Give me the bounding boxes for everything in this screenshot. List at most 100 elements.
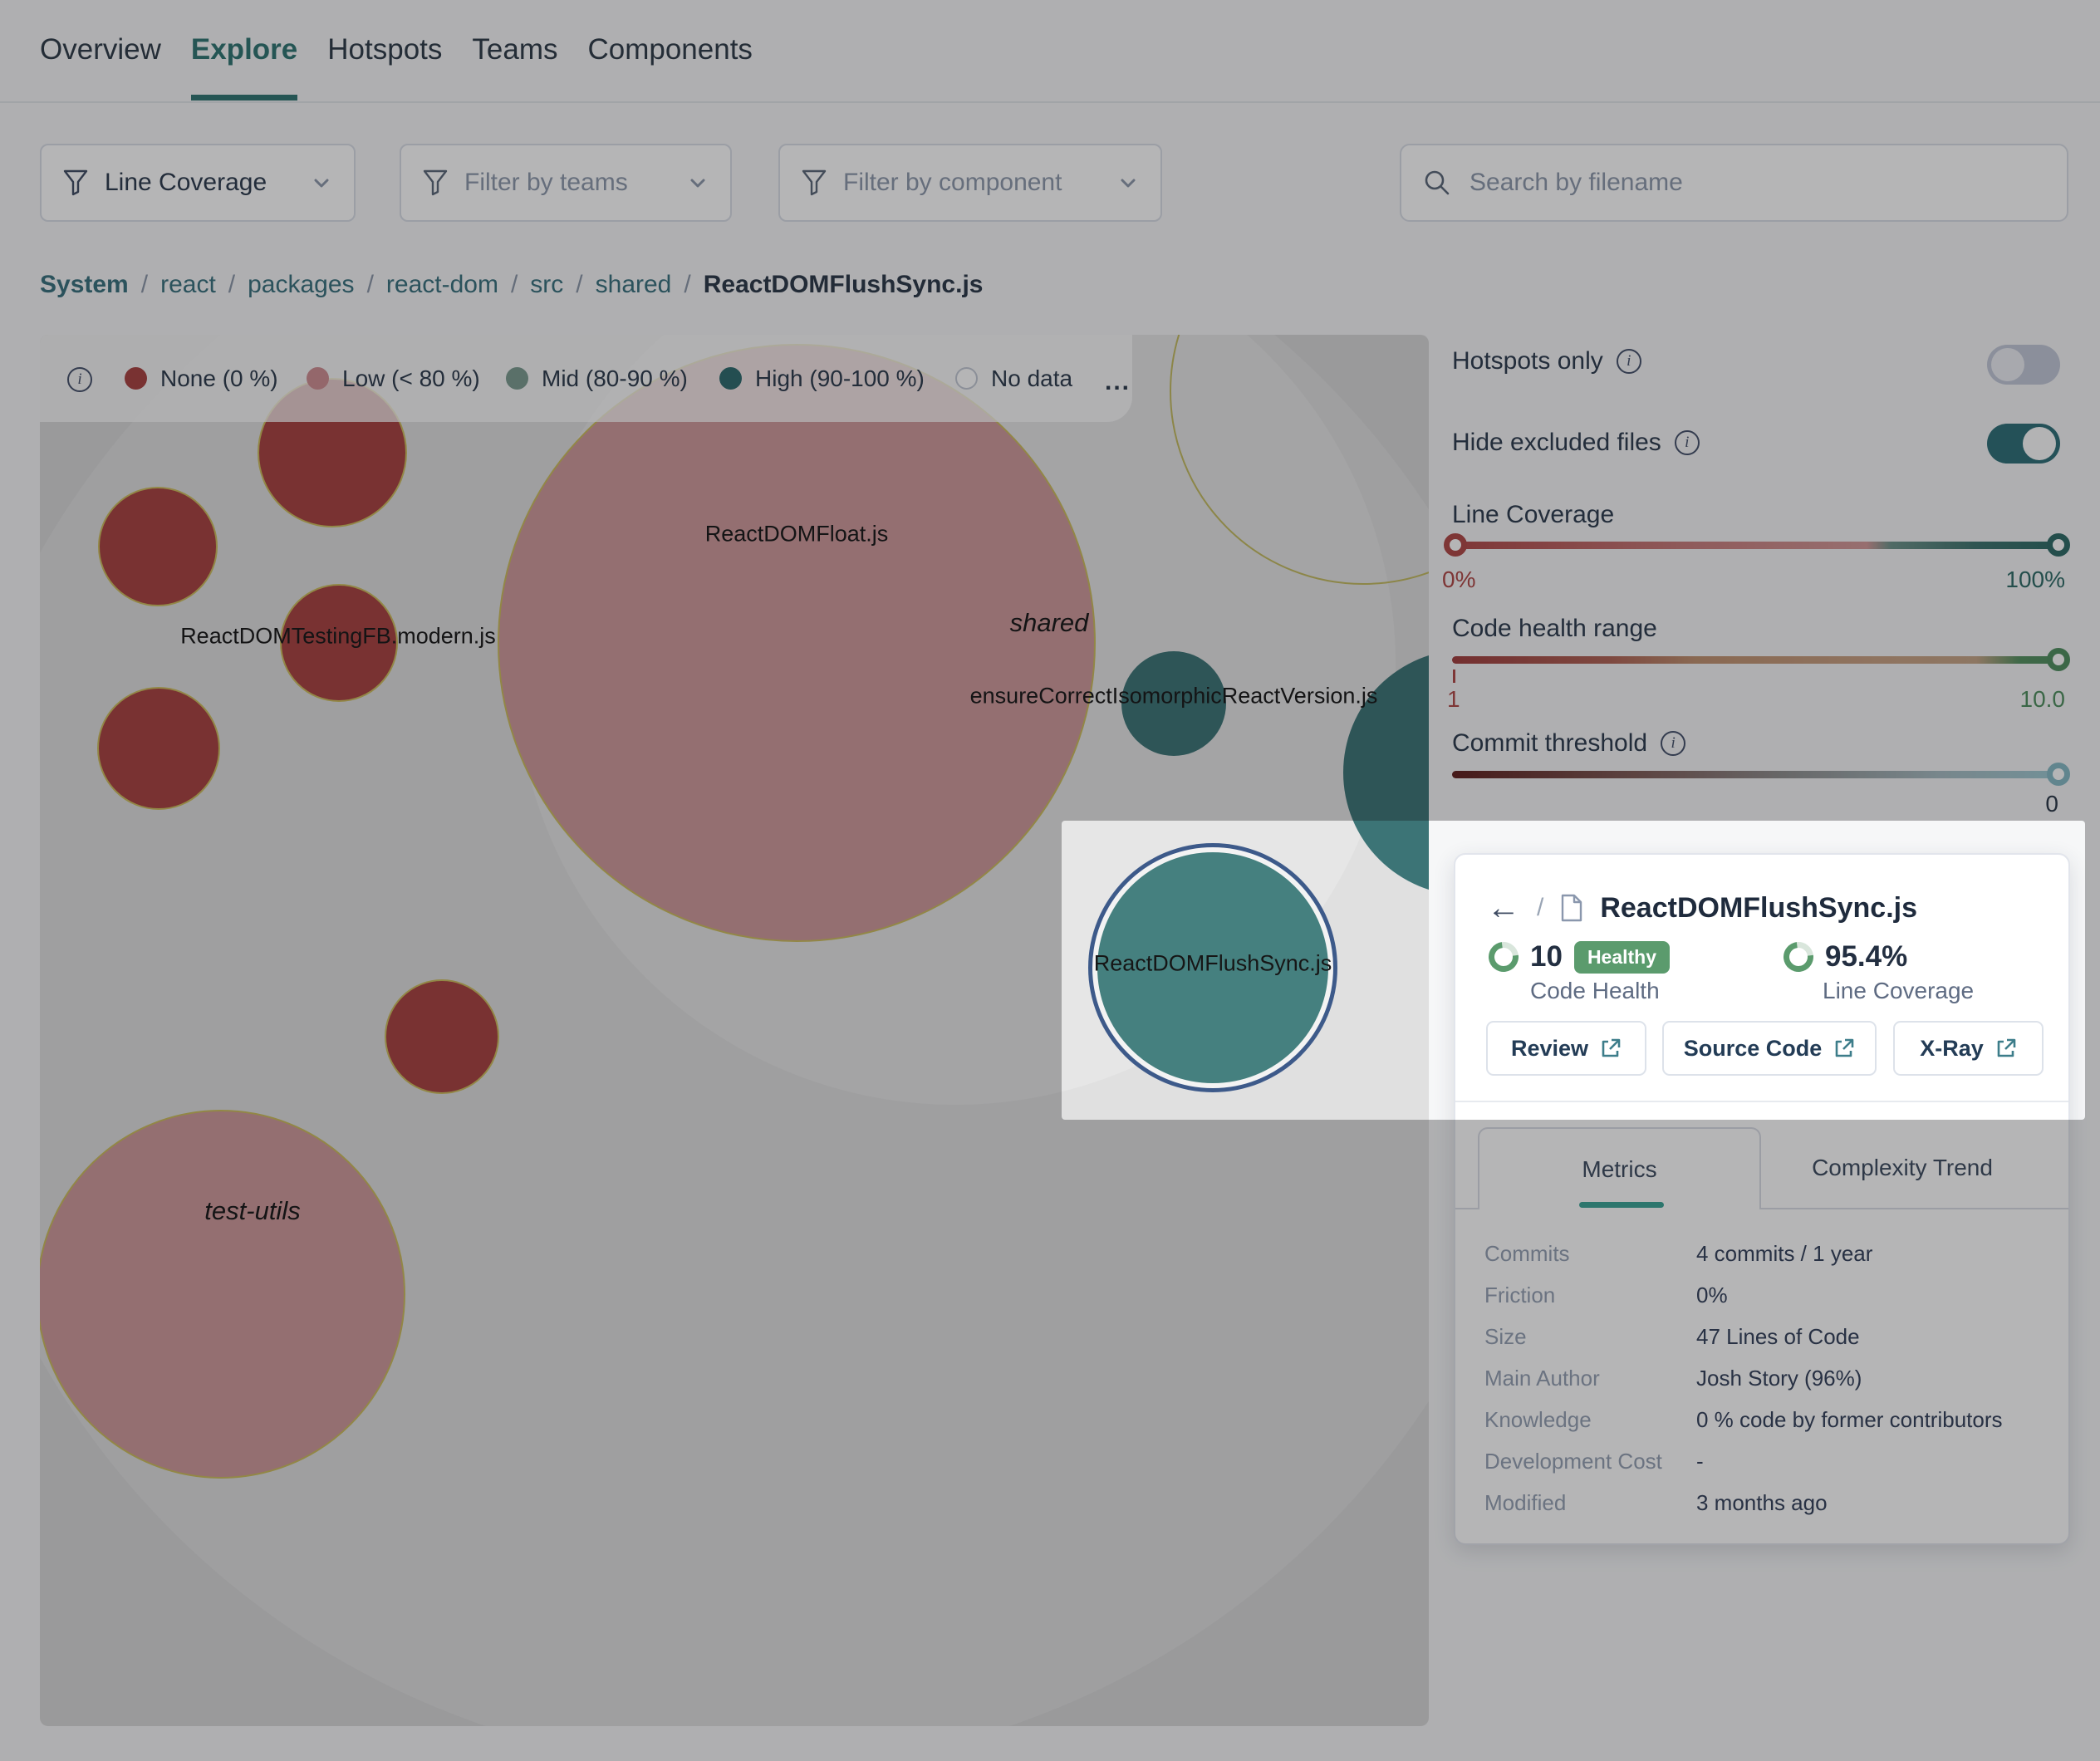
external-link-icon (1600, 1037, 1622, 1059)
tab-metrics[interactable]: Metrics (1478, 1127, 1761, 1209)
line-coverage-min: 0% (1442, 567, 1475, 593)
code-health-slider-label: Code health range (1452, 615, 1657, 643)
line-coverage-label: Line Coverage (1823, 978, 1974, 1004)
info-icon[interactable]: i (1617, 349, 1641, 374)
breadcrumb-link-react[interactable]: react (160, 271, 216, 299)
line-coverage-ring-icon (1778, 936, 1820, 979)
coverage-filter-dropdown[interactable]: Line Coverage (40, 144, 356, 222)
bubble-label: ensureCorrectIsomorphicReactVersion.js (970, 684, 1378, 709)
file-bubble[interactable] (385, 979, 499, 1094)
legend-item[interactable]: High (90-100 %) (719, 335, 925, 422)
commit-threshold-handle[interactable] (2047, 763, 2070, 786)
file-title: ReactDOMFlushSync.js (1600, 892, 1917, 925)
file-bubble[interactable] (97, 687, 220, 810)
coverage-filter-value: Line Coverage (105, 169, 294, 197)
code-health-value: 10 (1530, 940, 1563, 974)
metric-label: Modified (1484, 1490, 1696, 1516)
app-root: Overview Explore Hotspots Teams Components L… (0, 0, 2100, 1761)
metric-value: - (1696, 1449, 1704, 1474)
file-icon (1560, 894, 1583, 922)
breadcrumb-current: ReactDOMFlushSync.js (704, 271, 984, 299)
metric-row-commits: Commits4 commits / 1 year (1484, 1233, 2041, 1274)
info-icon[interactable]: i (1675, 430, 1700, 455)
code-health-max-handle[interactable] (2047, 648, 2070, 671)
file-bubble[interactable] (498, 344, 1096, 942)
legend-item[interactable]: No data (955, 335, 1072, 422)
search-input[interactable] (1470, 169, 2045, 197)
commit-threshold-value: 0 (1967, 791, 2058, 817)
active-tab-indicator (1579, 1202, 1664, 1208)
legend-dot-icon (125, 367, 147, 390)
hide-excluded-toggle[interactable] (1987, 424, 2060, 464)
nav-tab-hotspots[interactable]: Hotspots (327, 33, 442, 101)
breadcrumb-separator: / (228, 271, 235, 299)
legend-item[interactable]: Low (< 80 %) (307, 335, 480, 422)
metric-row-knowledge: Knowledge0 % code by former contributors (1484, 1399, 2041, 1440)
nav-tab-components[interactable]: Components (587, 33, 752, 101)
metric-label: Commits (1484, 1241, 1696, 1267)
metric-value: 0 % code by former contributors (1696, 1407, 2003, 1433)
code-health-min-tick (1453, 670, 1455, 683)
legend-label: Low (< 80 %) (342, 365, 480, 392)
hotspots-only-toggle[interactable] (1987, 345, 2060, 385)
back-arrow-icon[interactable]: ← (1487, 891, 1520, 925)
metric-row-main-author: Main AuthorJosh Story (96%) (1484, 1357, 2041, 1399)
external-link-icon (1833, 1037, 1855, 1059)
breadcrumb-separator: / (367, 271, 374, 299)
metric-value: 47 Lines of Code (1696, 1324, 1860, 1350)
breadcrumb-link-packages[interactable]: packages (248, 271, 354, 299)
component-filter-dropdown[interactable]: Filter by component (778, 144, 1162, 222)
card-divider (1455, 1101, 2068, 1102)
hotspots-only-label: Hotspots only i (1452, 347, 1641, 375)
teams-filter-dropdown[interactable]: Filter by teams (400, 144, 732, 222)
line-coverage-max-handle[interactable] (2047, 533, 2070, 557)
legend-item[interactable]: Mid (80-90 %) (506, 335, 688, 422)
info-icon[interactable]: i (67, 367, 92, 392)
legend-more[interactable]: ... (1105, 368, 1131, 396)
top-nav: Overview Explore Hotspots Teams Components (40, 33, 753, 101)
tab-complexity-trend[interactable]: Complexity Trend (1761, 1127, 2044, 1208)
nav-tab-teams[interactable]: Teams (472, 33, 557, 101)
metric-label: Knowledge (1484, 1407, 1696, 1433)
funnel-icon (423, 169, 448, 196)
breadcrumb-link-react-dom[interactable]: react-dom (386, 271, 498, 299)
nav-tab-explore[interactable]: Explore (191, 33, 297, 101)
review-button[interactable]: Review (1486, 1021, 1646, 1076)
line-coverage-min-handle[interactable] (1444, 533, 1467, 557)
legend-item[interactable]: None (0 %) (125, 335, 278, 422)
metric-label: Development Cost (1484, 1449, 1696, 1474)
button-label: X-Ray (1920, 1036, 1984, 1062)
hide-excluded-label: Hide excluded files i (1452, 429, 1700, 457)
x-ray-button[interactable]: X-Ray (1893, 1021, 2044, 1076)
metric-label: Friction (1484, 1283, 1696, 1308)
coverage-bubble-chart[interactable]: ReactDOMFloat.jsReactDOMTestingFB.modern… (40, 335, 1429, 1726)
group-label: test-utils (204, 1196, 300, 1226)
commit-threshold-slider[interactable] (1452, 771, 2062, 778)
info-icon[interactable]: i (1661, 731, 1685, 756)
metric-label: Main Author (1484, 1366, 1696, 1391)
source-code-button[interactable]: Source Code (1662, 1021, 1877, 1076)
teams-filter-placeholder: Filter by teams (464, 169, 670, 197)
metric-value: 0% (1696, 1283, 1728, 1308)
group-label: shared (1010, 608, 1089, 638)
breadcrumb-link-system[interactable]: System (40, 271, 129, 299)
button-label: Source Code (1684, 1036, 1823, 1062)
legend-dot-icon (955, 367, 978, 390)
external-link-icon (1995, 1037, 2017, 1059)
legend-label: None (0 %) (160, 365, 278, 392)
breadcrumb-link-shared[interactable]: shared (596, 271, 672, 299)
nav-tab-overview[interactable]: Overview (40, 33, 161, 101)
metric-value: 3 months ago (1696, 1490, 1828, 1516)
header-separator: / (1537, 894, 1543, 922)
breadcrumb-link-src[interactable]: src (530, 271, 563, 299)
line-coverage-slider[interactable] (1452, 542, 2062, 549)
legend-dot-icon (506, 367, 528, 390)
file-bubble[interactable] (40, 1110, 405, 1479)
chart-legend: i None (0 %) Low (< 80 %) Mid (80-90 %) Hig… (40, 335, 1132, 422)
chevron-down-icon (311, 172, 332, 194)
legend-label: Mid (80-90 %) (542, 365, 688, 392)
breadcrumb-separator: / (684, 271, 690, 299)
file-bubble[interactable] (98, 487, 218, 606)
chevron-down-icon (1117, 172, 1139, 194)
code-health-slider[interactable] (1452, 656, 2062, 664)
